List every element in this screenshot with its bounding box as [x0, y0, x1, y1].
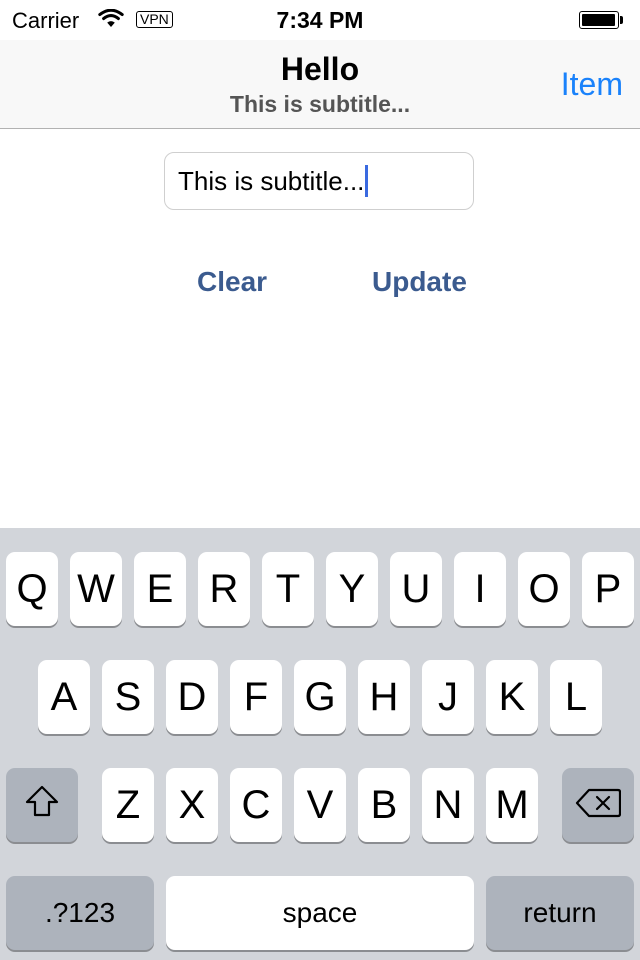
nav-subtitle: This is subtitle...: [229, 91, 411, 117]
return-key[interactable]: return: [486, 876, 634, 950]
key-l[interactable]: L: [550, 660, 602, 734]
key-p[interactable]: P: [582, 552, 634, 626]
key-u[interactable]: U: [390, 552, 442, 626]
keyboard: Q W E R T Y U I O P A S D F G H J K L Z …: [0, 528, 640, 960]
numbers-key[interactable]: .?123: [6, 876, 154, 950]
key-j[interactable]: J: [422, 660, 474, 734]
key-k[interactable]: K: [486, 660, 538, 734]
key-f[interactable]: F: [230, 660, 282, 734]
key-d[interactable]: D: [166, 660, 218, 734]
status-time: 7:34 PM: [276, 7, 364, 33]
key-h[interactable]: H: [358, 660, 410, 734]
clear-button[interactable]: Clear: [197, 266, 267, 298]
key-e[interactable]: E: [134, 552, 186, 626]
key-m[interactable]: M: [486, 768, 538, 842]
nav-item-button[interactable]: Item: [561, 66, 623, 103]
nav-title: Hello: [280, 51, 360, 87]
key-t[interactable]: T: [262, 552, 314, 626]
shift-icon: [24, 783, 60, 828]
space-key[interactable]: space: [166, 876, 474, 950]
navigation-bar: Hello This is subtitle... Item: [0, 40, 640, 129]
shift-key[interactable]: [6, 768, 78, 842]
key-x[interactable]: X: [166, 768, 218, 842]
key-b[interactable]: B: [358, 768, 410, 842]
key-g[interactable]: G: [294, 660, 346, 734]
subtitle-text-field[interactable]: This is subtitle...: [164, 152, 474, 210]
key-q[interactable]: Q: [6, 552, 58, 626]
backspace-icon: [575, 783, 622, 828]
key-o[interactable]: O: [518, 552, 570, 626]
backspace-key[interactable]: [562, 768, 634, 842]
battery-icon: [579, 11, 623, 29]
key-n[interactable]: N: [422, 768, 474, 842]
text-field-value: This is subtitle...: [178, 165, 365, 196]
key-v[interactable]: V: [294, 768, 346, 842]
key-z[interactable]: Z: [102, 768, 154, 842]
key-a[interactable]: A: [38, 660, 90, 734]
key-s[interactable]: S: [102, 660, 154, 734]
text-cursor: [365, 165, 369, 197]
status-bar: Carrier VPN 7:34 PM: [0, 0, 640, 40]
key-i[interactable]: I: [454, 552, 506, 626]
key-y[interactable]: Y: [326, 552, 378, 626]
key-w[interactable]: W: [70, 552, 122, 626]
key-r[interactable]: R: [198, 552, 250, 626]
update-button[interactable]: Update: [372, 266, 467, 298]
key-c[interactable]: C: [230, 768, 282, 842]
